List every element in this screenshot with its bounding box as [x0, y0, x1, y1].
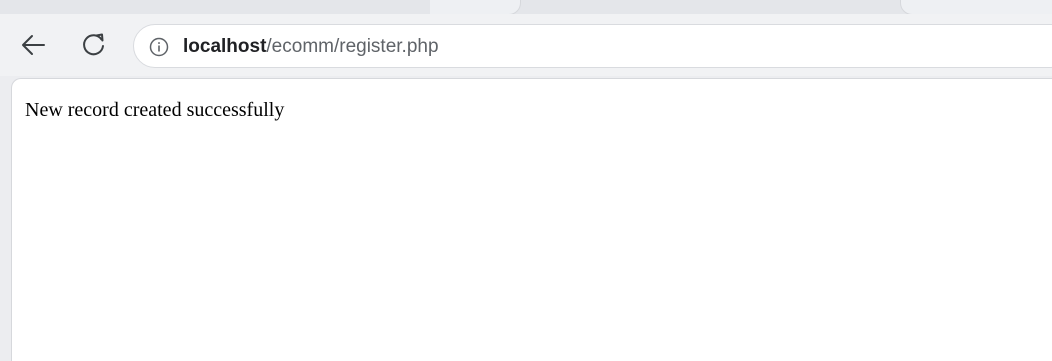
address-bar[interactable]: localhost/ecomm/register.php: [133, 24, 1052, 68]
browser-toolbar: localhost/ecomm/register.php: [0, 14, 1052, 76]
arrow-left-icon: [22, 35, 45, 55]
url-host: localhost: [183, 36, 267, 57]
info-circle-icon[interactable]: [149, 37, 169, 57]
reload-button[interactable]: [79, 30, 109, 60]
page-content: New record created successfully: [11, 78, 1052, 361]
tab-edge-right[interactable]: [900, 0, 1052, 15]
status-message: New record created successfully: [25, 99, 285, 121]
url-input[interactable]: localhost/ecomm/register.php: [183, 36, 439, 58]
back-button[interactable]: [18, 30, 48, 60]
url-path: /ecomm/register.php: [266, 36, 439, 57]
tab-strip: [0, 0, 1052, 15]
tab-edge-left[interactable]: [430, 0, 521, 15]
reload-icon: [83, 33, 104, 56]
